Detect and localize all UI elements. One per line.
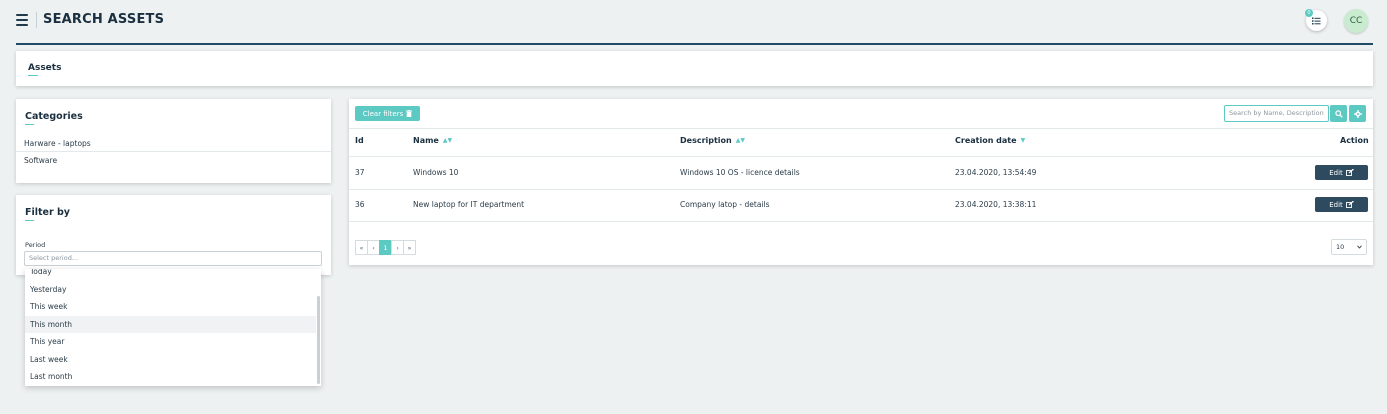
settings-button[interactable] — [1349, 105, 1366, 122]
last-page-button[interactable]: » — [403, 240, 416, 255]
menu-icon[interactable] — [16, 14, 28, 26]
category-item[interactable]: Harware - laptops — [16, 135, 331, 152]
assets-table-panel: Clear filters Search by Name, Descriptio… — [349, 99, 1373, 265]
cell-name: New laptop for IT department — [413, 200, 525, 209]
column-header-id[interactable]: Id — [355, 136, 364, 145]
cell-name: Windows 10 — [413, 168, 459, 177]
clear-filters-button[interactable]: Clear filters — [355, 106, 420, 121]
sort-desc-icon: ▼ — [1020, 137, 1026, 144]
edit-icon — [1345, 201, 1354, 208]
cell-id: 36 — [355, 200, 365, 209]
pagination: « ‹ 1 › » — [355, 240, 416, 255]
tabs-panel: Assets — [16, 51, 1373, 86]
cell-creation-date: 23.04.2020, 13:38:11 — [955, 200, 1037, 209]
search-button[interactable] — [1330, 105, 1347, 122]
gear-icon — [1353, 109, 1362, 118]
table-divider — [349, 128, 1373, 129]
period-label: Period — [25, 241, 46, 249]
cell-description: Company latop - details — [680, 200, 770, 209]
trash-icon — [406, 110, 413, 117]
column-header-label: Id — [355, 136, 364, 145]
chevron-down-icon — [1357, 245, 1362, 249]
categories-title: Categories — [25, 111, 83, 125]
period-option[interactable]: Today — [25, 269, 316, 280]
edit-label: Edit — [1329, 168, 1343, 177]
table-divider — [349, 189, 1373, 190]
column-header-label: Description — [680, 136, 732, 145]
period-option[interactable]: This week — [25, 298, 316, 315]
per-page-select[interactable]: 10 — [1331, 239, 1367, 255]
cell-creation-date: 23.04.2020, 13:54:49 — [955, 168, 1037, 177]
column-header-name[interactable]: Name ▲▼ — [413, 136, 452, 145]
edit-button[interactable]: Edit — [1315, 165, 1368, 180]
edit-label: Edit — [1329, 200, 1343, 209]
top-bar: SEARCH ASSETS 0 CC — [0, 0, 1387, 44]
period-option[interactable]: Last month — [25, 368, 316, 385]
edit-button[interactable]: Edit — [1315, 197, 1368, 212]
column-header-description[interactable]: Description ▲▼ — [680, 136, 745, 145]
sort-icon: ▲▼ — [442, 137, 453, 144]
column-header-action: Action — [1340, 136, 1369, 145]
period-option[interactable]: This year — [25, 333, 316, 350]
cell-description: Windows 10 OS - licence details — [680, 168, 800, 177]
column-header-label: Creation date — [955, 136, 1017, 145]
header-underline — [16, 43, 1373, 45]
dropdown-scrollbar[interactable] — [317, 296, 320, 384]
cell-id: 37 — [355, 168, 365, 177]
tab-assets[interactable]: Assets — [28, 63, 61, 76]
table-divider — [349, 221, 1373, 222]
column-header-label: Name — [413, 136, 439, 145]
list-icon — [1312, 17, 1321, 24]
period-option[interactable]: Last week — [25, 351, 316, 368]
column-header-creation-date[interactable]: Creation date ▼ — [955, 136, 1025, 145]
sort-icon: ▲▼ — [735, 137, 745, 144]
edit-icon — [1345, 169, 1354, 176]
category-item[interactable]: Software — [16, 152, 331, 169]
period-dropdown: Today Yesterday This week This month Thi… — [25, 269, 321, 386]
header-divider — [36, 12, 37, 28]
categories-panel: Categories Harware - laptops Software — [16, 99, 331, 183]
per-page-value: 10 — [1336, 243, 1345, 251]
period-option[interactable]: Yesterday — [25, 281, 316, 298]
table-divider — [349, 156, 1373, 157]
task-count-badge: 0 — [1305, 9, 1313, 17]
page-title: SEARCH ASSETS — [43, 12, 165, 27]
column-header-label: Action — [1340, 136, 1369, 145]
search-input[interactable]: Search by Name, Description — [1224, 105, 1329, 122]
user-avatar[interactable]: CC — [1344, 9, 1368, 33]
filter-panel: Filter by Period Select period... — [16, 195, 331, 275]
search-icon — [1334, 109, 1343, 118]
period-option[interactable]: This month — [25, 316, 316, 333]
filter-title: Filter by — [25, 207, 70, 221]
clear-filters-label: Clear filters — [362, 109, 404, 118]
period-select-input[interactable]: Select period... — [24, 251, 322, 266]
